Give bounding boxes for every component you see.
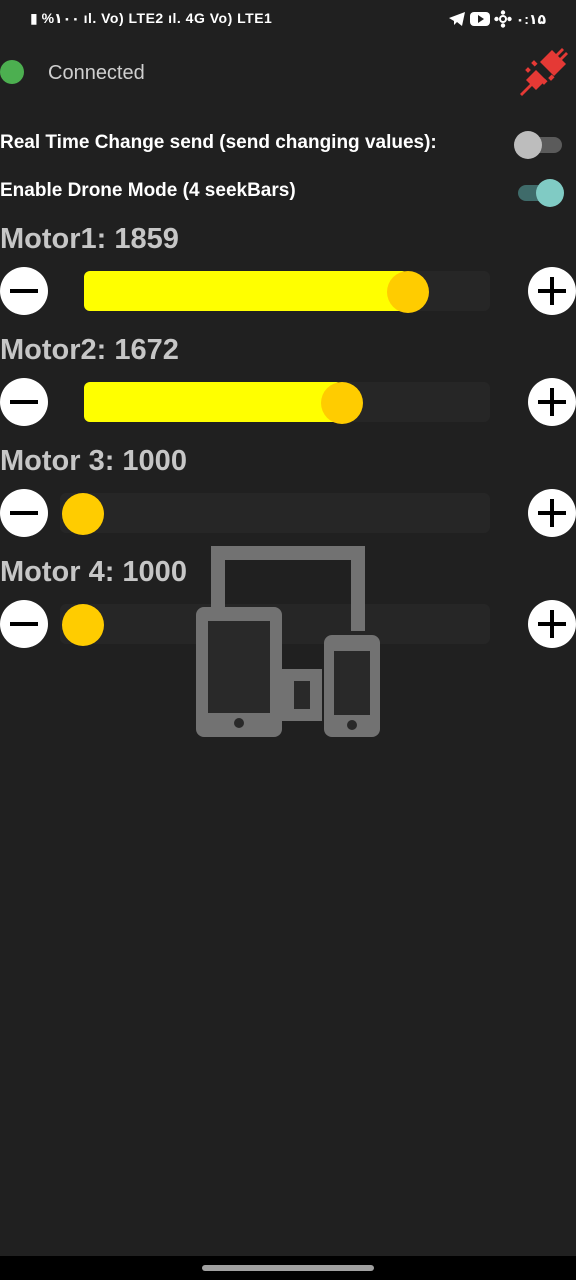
toggle-thumb bbox=[514, 131, 542, 159]
motor-1-control bbox=[0, 267, 576, 315]
drone-mode-setting-row: Enable Drone Mode (4 seekBars) bbox=[0, 176, 576, 208]
realtime-toggle[interactable] bbox=[514, 130, 568, 159]
connection-status-text: Connected bbox=[48, 62, 145, 84]
seekbar-fill bbox=[84, 271, 408, 311]
realtime-setting-label: Real Time Change send (send changing val… bbox=[0, 132, 437, 153]
motor-2-control bbox=[0, 378, 576, 426]
motor-3-control bbox=[0, 489, 576, 537]
motor-2-increase-button[interactable] bbox=[528, 378, 576, 426]
youtube-icon bbox=[469, 11, 490, 30]
motor-2-seekbar[interactable] bbox=[84, 382, 490, 424]
motor-2-title: Motor2: 1672 bbox=[0, 334, 179, 366]
seekbar-thumb[interactable] bbox=[62, 604, 104, 646]
status-bar-left-indicators: ▮ %۱۰۰ ıl. Vo) LTE2 ıl. 4G Vo) LTE1 bbox=[30, 10, 273, 26]
plus-icon bbox=[538, 610, 566, 638]
motor-1-increase-button[interactable] bbox=[528, 267, 576, 315]
plus-icon bbox=[538, 277, 566, 305]
plus-icon bbox=[538, 499, 566, 527]
drone-mode-setting-label: Enable Drone Mode (4 seekBars) bbox=[0, 180, 296, 201]
motor-3-title: Motor 3: 1000 bbox=[0, 445, 187, 477]
minus-icon bbox=[10, 289, 38, 293]
network-icon bbox=[494, 10, 512, 31]
plus-icon bbox=[538, 388, 566, 416]
status-bar: ▮ %۱۰۰ ıl. Vo) LTE2 ıl. 4G Vo) LTE1 ۰:۱۵ bbox=[0, 0, 576, 40]
plug-disconnect-icon bbox=[520, 48, 568, 96]
motor-3-seekbar[interactable] bbox=[60, 493, 490, 535]
connection-row: Connected bbox=[0, 48, 576, 96]
navigation-bar bbox=[0, 1256, 576, 1280]
motor-1-title: Motor1: 1859 bbox=[0, 223, 179, 255]
telegram-icon bbox=[448, 11, 466, 30]
motor-3-increase-button[interactable] bbox=[528, 489, 576, 537]
minus-icon bbox=[10, 622, 38, 626]
status-bar-right: ۰:۱۵ bbox=[448, 10, 546, 31]
realtime-setting-row: Real Time Change send (send changing val… bbox=[0, 128, 576, 160]
motor-2-decrease-button[interactable] bbox=[0, 378, 48, 426]
seekbar-fill bbox=[84, 382, 342, 422]
motor-1-decrease-button[interactable] bbox=[0, 267, 48, 315]
devices-watermark-icon bbox=[194, 543, 382, 739]
motor-3-decrease-button[interactable] bbox=[0, 489, 48, 537]
toggle-thumb bbox=[536, 179, 564, 207]
minus-icon bbox=[10, 511, 38, 515]
motor-4-increase-button[interactable] bbox=[528, 600, 576, 648]
drone-mode-toggle[interactable] bbox=[514, 178, 568, 207]
motor-1-seekbar[interactable] bbox=[84, 271, 490, 313]
status-time: ۰:۱۵ bbox=[515, 11, 546, 28]
motor-4-title: Motor 4: 1000 bbox=[0, 556, 187, 588]
minus-icon bbox=[10, 400, 38, 404]
connection-status-dot bbox=[0, 60, 24, 84]
disconnect-button[interactable] bbox=[506, 38, 574, 106]
motor-4-decrease-button[interactable] bbox=[0, 600, 48, 648]
seekbar-thumb[interactable] bbox=[321, 382, 363, 424]
seekbar-thumb[interactable] bbox=[387, 271, 429, 313]
seekbar-thumb[interactable] bbox=[62, 493, 104, 535]
home-gesture-handle[interactable] bbox=[202, 1265, 374, 1271]
